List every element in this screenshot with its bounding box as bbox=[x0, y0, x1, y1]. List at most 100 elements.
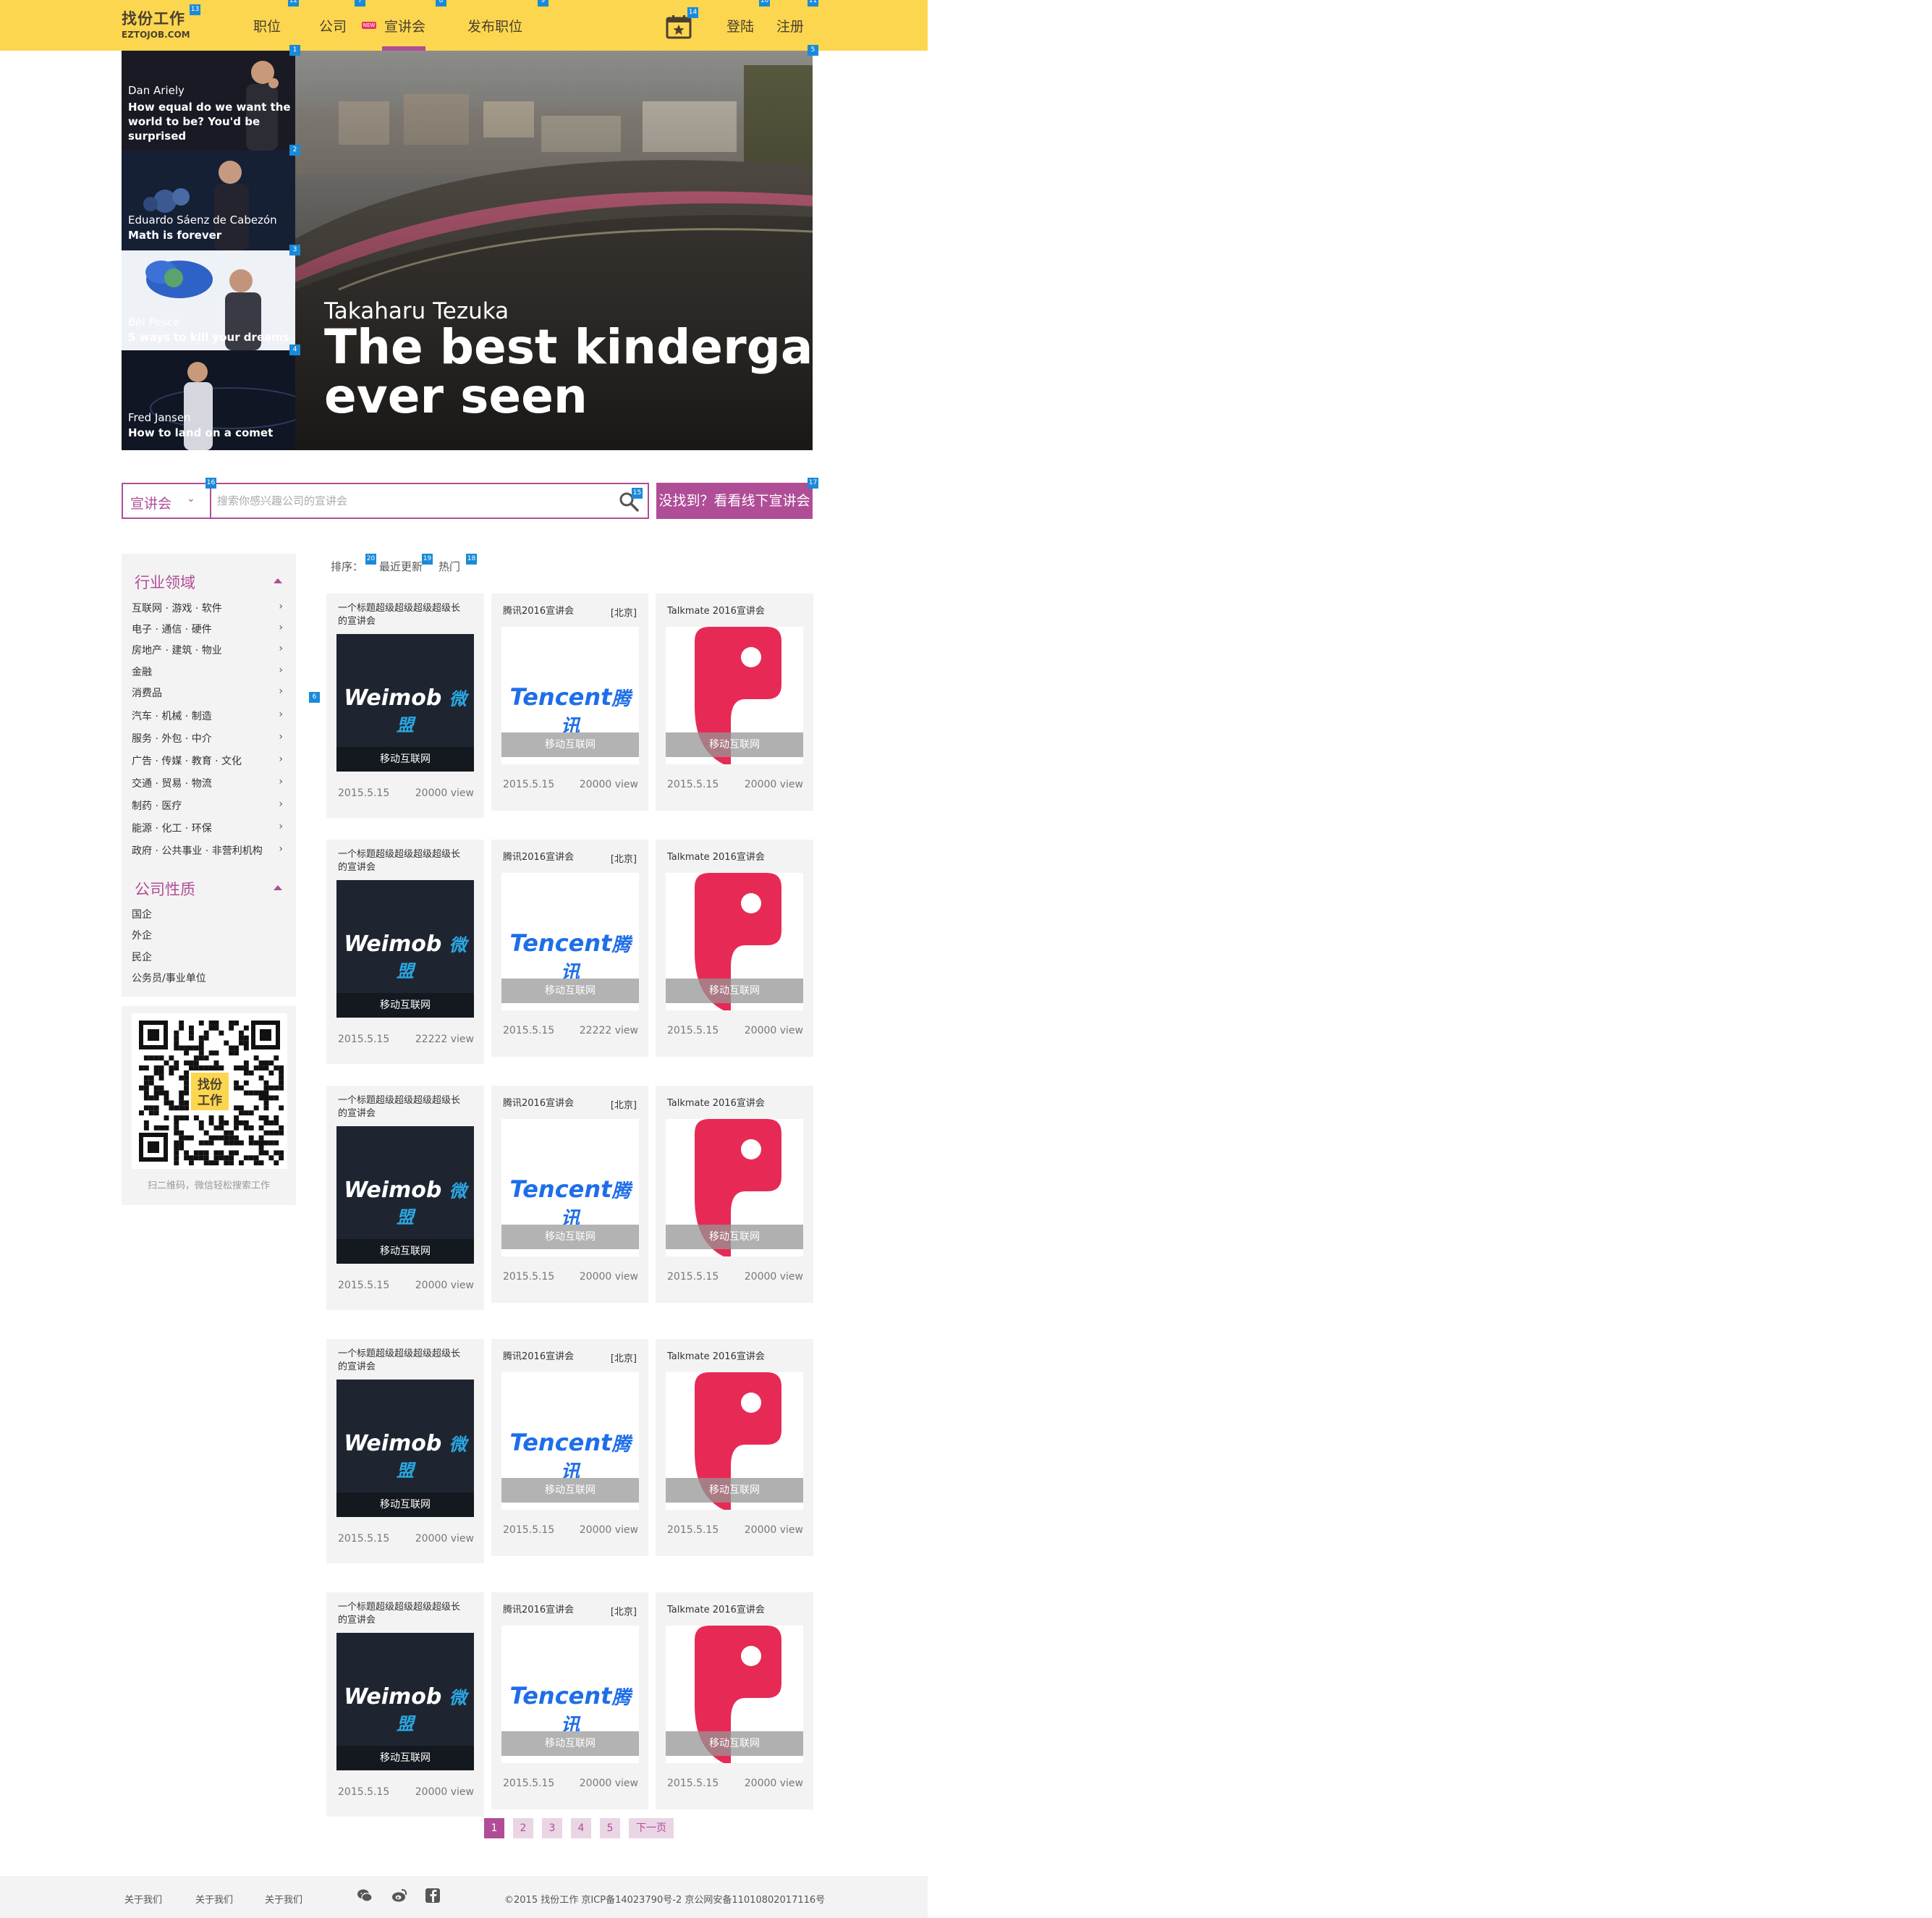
qr-module bbox=[208, 1140, 214, 1146]
card-city: [北京] bbox=[610, 854, 637, 865]
talk-thumbnail-3[interactable]: Bel Pesce 5 ways to kill your dreams bbox=[122, 250, 295, 350]
industry-item[interactable]: 能源 · 化工 · 环保 › bbox=[132, 821, 287, 835]
qr-module bbox=[234, 1140, 239, 1146]
company-logo: Weimob 微盟 移动互联网 bbox=[336, 880, 474, 1018]
qr-module bbox=[263, 1085, 269, 1091]
search-input[interactable] bbox=[213, 484, 603, 517]
page-1-button[interactable]: 1 bbox=[484, 1818, 504, 1838]
presentation-card[interactable]: 一个标题超级超级超级超级长 的宣讲会 Weimob 微盟 移动互联网 2015.5.15… bbox=[326, 1086, 484, 1310]
hero-title-line-1: The best kindergarten bbox=[324, 319, 813, 375]
qr-module bbox=[174, 1120, 179, 1125]
presentation-card[interactable]: Talkmate 2016宣讲会 移动互联网 2015.5.15 20000 view bbox=[656, 1592, 813, 1809]
presentation-card[interactable]: Talkmate 2016宣讲会 移动互联网 2015.5.15 20000 view bbox=[656, 1086, 813, 1303]
industry-label: 互联网 · 游戏 · 软件 bbox=[132, 603, 222, 614]
search-type-dropdown[interactable]: 宣讲会 ⌄ bbox=[123, 484, 211, 517]
footer-about-link[interactable]: 关于我们 bbox=[124, 1892, 162, 1906]
industry-item[interactable]: 政府 · 公共事业 · 非营利机构 › bbox=[132, 843, 287, 858]
qr-module bbox=[268, 1155, 274, 1161]
industry-item[interactable]: 汽车 · 机械 · 制造 › bbox=[132, 709, 287, 723]
card-title-line: 的宣讲会 bbox=[338, 862, 376, 873]
presentation-card[interactable]: 一个标题超级超级超级超级长 的宣讲会 Weimob 微盟 移动互联网 2015.5.15… bbox=[326, 840, 484, 1064]
qr-module bbox=[179, 1130, 185, 1136]
presentation-card[interactable]: 腾讯2016宣讲会 [北京] Tencent腾讯 移动互联网 2015.5.15 2000… bbox=[491, 1592, 648, 1809]
qr-module bbox=[234, 1105, 239, 1111]
hero-main-talk[interactable]: Takaharu Tezuka The best kindergarten ev… bbox=[295, 51, 813, 450]
footer-about-link[interactable]: 关于我们 bbox=[265, 1892, 302, 1906]
page-2-button[interactable]: 2 bbox=[513, 1818, 533, 1838]
company-nature-title[interactable]: 公司性质 bbox=[135, 878, 195, 900]
company-nature-item[interactable]: 外企 bbox=[132, 928, 287, 942]
presentation-card[interactable]: Talkmate 2016宣讲会 移动互联网 2015.5.15 20000 view bbox=[656, 1339, 813, 1556]
industry-filter-title[interactable]: 行业领域 bbox=[135, 571, 195, 593]
nav-post-job[interactable]: 发布职位 bbox=[467, 16, 522, 35]
industry-label: 政府 · 公共事业 · 非营利机构 bbox=[132, 845, 263, 857]
qr-module bbox=[174, 1045, 179, 1051]
qr-module bbox=[208, 1025, 214, 1031]
card-date: 2015.5.15 bbox=[503, 1025, 555, 1036]
chevron-down-icon: ⌄ bbox=[187, 493, 195, 504]
qr-module bbox=[258, 1135, 264, 1141]
tencent-logo: Tencent腾讯 bbox=[501, 929, 639, 984]
qr-module bbox=[143, 1090, 149, 1096]
qr-module bbox=[279, 1070, 284, 1076]
presentation-card[interactable]: 腾讯2016宣讲会 [北京] Tencent腾讯 移动互联网 2015.5.15 2000… bbox=[491, 1339, 648, 1556]
talk-thumbnail-2[interactable]: Eduardo Sáenz de Cabezón Math is forever bbox=[122, 151, 295, 250]
industry-item[interactable]: 服务 · 外包 · 中介 › bbox=[132, 731, 287, 745]
collapse-up-icon[interactable] bbox=[274, 885, 282, 890]
qr-module bbox=[234, 1065, 239, 1070]
sort-recent[interactable]: 最近更新 bbox=[379, 559, 423, 574]
industry-item[interactable]: 金融 › bbox=[132, 664, 287, 679]
page-4-button[interactable]: 4 bbox=[571, 1818, 591, 1838]
nav-companies[interactable]: 公司 bbox=[319, 16, 347, 35]
login-link[interactable]: 登陆 bbox=[726, 16, 754, 35]
qr-module bbox=[263, 1065, 269, 1070]
page-5-button[interactable]: 5 bbox=[600, 1818, 620, 1838]
wechat-icon[interactable] bbox=[357, 1888, 373, 1904]
offline-presentations-button[interactable]: 没找到？看看线下宣讲会 bbox=[656, 483, 813, 519]
company-nature-item[interactable]: 民企 bbox=[132, 950, 287, 964]
talk-thumbnail-1[interactable]: Dan Ariely How equal do we want the worl… bbox=[122, 51, 295, 151]
qr-module bbox=[239, 1160, 244, 1166]
qr-module bbox=[279, 1075, 284, 1081]
qr-module bbox=[184, 1045, 189, 1051]
qr-module bbox=[268, 1060, 274, 1066]
register-link[interactable]: 注册 bbox=[776, 16, 804, 35]
talk-thumbnail-4[interactable]: Fred Jansen How to land on a comet bbox=[122, 350, 295, 450]
nav-presentations[interactable]: 宣讲会 bbox=[384, 16, 425, 35]
sort-popular[interactable]: 热门 bbox=[438, 559, 460, 574]
presentation-card[interactable]: 一个标题超级超级超级超级长 的宣讲会 Weimob 微盟 移动互联网 2015.5.15… bbox=[326, 593, 484, 818]
next-page-button[interactable]: 下一页 bbox=[629, 1818, 674, 1838]
qr-module bbox=[234, 1021, 239, 1026]
top-navbar: 找份工作 EZTOJOB.COM 职位 公司 NEW 宣讲会 发布职位 登陆 注… bbox=[0, 0, 928, 51]
presentation-card[interactable]: Talkmate 2016宣讲会 移动互联网 2015.5.15 20000 view bbox=[656, 593, 813, 811]
qr-module bbox=[208, 1050, 214, 1056]
company-nature-item[interactable]: 公务员/事业单位 bbox=[132, 971, 287, 985]
industry-item[interactable]: 交通 · 贸易 · 物流 › bbox=[132, 776, 287, 790]
card-title: 一个标题超级超级超级超级长 的宣讲会 bbox=[338, 1601, 460, 1627]
weibo-icon[interactable] bbox=[391, 1888, 407, 1904]
nav-jobs[interactable]: 职位 bbox=[253, 16, 281, 35]
company-nature-item[interactable]: 国企 bbox=[132, 907, 287, 921]
industry-item[interactable]: 电子 · 通信 · 硬件 › bbox=[132, 622, 287, 636]
page-3-button[interactable]: 3 bbox=[542, 1818, 562, 1838]
presentation-card[interactable]: 腾讯2016宣讲会 [北京] Tencent腾讯 移动互联网 2015.5.15 2000… bbox=[491, 1086, 648, 1303]
footer-about-link[interactable]: 关于我们 bbox=[195, 1892, 233, 1906]
facebook-icon[interactable] bbox=[425, 1888, 441, 1904]
site-logo[interactable]: 找份工作 EZTOJOB.COM bbox=[122, 7, 190, 40]
industry-item[interactable]: 制药 · 医疗 › bbox=[132, 798, 287, 813]
industry-item[interactable]: 消费品 › bbox=[132, 685, 287, 700]
presentation-card[interactable]: 腾讯2016宣讲会 [北京] Tencent腾讯 移动互联网 2015.5.15 2222… bbox=[491, 840, 648, 1057]
presentation-card[interactable]: Talkmate 2016宣讲会 移动互联网 2015.5.15 20000 view bbox=[656, 840, 813, 1057]
presentation-card[interactable]: 腾讯2016宣讲会 [北京] Tencent腾讯 移动互联网 2015.5.15 2000… bbox=[491, 593, 648, 811]
collapse-up-icon[interactable] bbox=[274, 578, 282, 583]
industry-item[interactable]: 房地产 · 建筑 · 物业 › bbox=[132, 643, 287, 657]
qr-module bbox=[239, 1110, 244, 1116]
qr-module bbox=[158, 1055, 164, 1061]
presentation-card[interactable]: 一个标题超级超级超级超级长 的宣讲会 Weimob 微盟 移动互联网 2015.5.15… bbox=[326, 1592, 484, 1817]
calendar-star-icon[interactable] bbox=[666, 14, 692, 39]
qr-module bbox=[258, 1145, 264, 1151]
industry-item[interactable]: 广告 · 传媒 · 教育 · 文化 › bbox=[132, 753, 287, 768]
presentation-card[interactable]: 一个标题超级超级超级超级长 的宣讲会 Weimob 微盟 移动互联网 2015.5.15… bbox=[326, 1339, 484, 1563]
industry-item[interactable]: 互联网 · 游戏 · 软件 › bbox=[132, 601, 287, 615]
qr-module bbox=[213, 1125, 219, 1131]
